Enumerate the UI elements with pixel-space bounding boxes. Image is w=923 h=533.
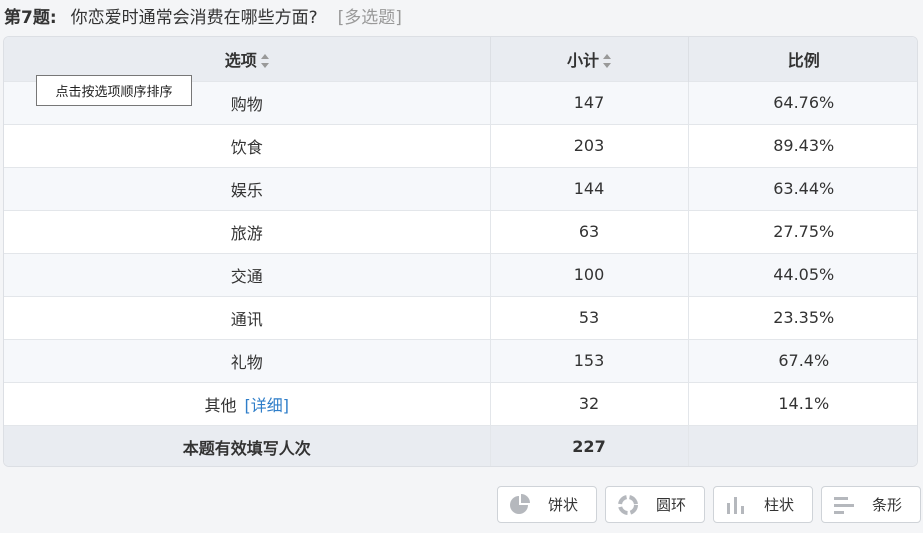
- pie-chart-icon: [510, 493, 530, 514]
- count-cell: 63: [490, 209, 689, 253]
- question-text: 你恋爱时通常会消费在哪些方面?: [70, 7, 318, 28]
- count-cell: 203: [490, 123, 689, 167]
- column-chart-button[interactable]: 柱状: [713, 486, 813, 523]
- bar-chart-icon: [834, 496, 854, 514]
- ratio-cell: 89.43%: [688, 123, 917, 167]
- table-row: 通讯 53 23.35%: [4, 295, 917, 339]
- question-header: 第7题: 你恋爱时通常会消费在哪些方面? [多选题]: [4, 2, 402, 28]
- sort-icon[interactable]: [603, 54, 611, 69]
- sort-tooltip: 点击按选项顺序排序: [36, 75, 192, 106]
- option-cell: 旅游: [4, 209, 491, 253]
- total-label: 本题有效填写人次: [4, 424, 491, 466]
- pie-chart-button[interactable]: 饼状: [497, 486, 597, 523]
- bar-chart-button[interactable]: 条形: [821, 486, 921, 523]
- question-number: 第7题:: [4, 7, 57, 28]
- ring-chart-icon: [618, 494, 638, 515]
- table-row: 饮食 203 89.43%: [4, 123, 917, 167]
- total-row: 本题有效填写人次 227: [4, 424, 917, 466]
- question-type: [多选题]: [337, 7, 402, 28]
- count-cell: 147: [490, 80, 689, 124]
- option-cell: 交通: [4, 252, 491, 296]
- ratio-cell: 64.76%: [688, 80, 917, 124]
- option-cell: 饮食: [4, 123, 491, 167]
- option-cell: 其他 [详细]: [4, 381, 491, 425]
- ratio-cell: 44.05%: [688, 252, 917, 296]
- detail-link[interactable]: [详细]: [245, 396, 290, 415]
- sort-icon[interactable]: [260, 54, 269, 69]
- ratio-cell: 23.35%: [688, 295, 917, 339]
- ratio-cell: 14.1%: [688, 381, 917, 425]
- ratio-cell: 67.4%: [688, 338, 917, 382]
- option-cell: 通讯: [4, 295, 491, 339]
- total-empty: [688, 424, 917, 466]
- ring-chart-button[interactable]: 圆环: [605, 486, 705, 523]
- count-cell: 144: [490, 166, 689, 210]
- count-cell: 53: [490, 295, 689, 339]
- total-count: 227: [490, 424, 689, 466]
- ratio-cell: 63.44%: [688, 166, 917, 210]
- option-cell: 娱乐: [4, 166, 491, 210]
- table-row: 礼物 153 67.4%: [4, 338, 917, 382]
- table-row: 其他 [详细] 32 14.1%: [4, 381, 917, 425]
- header-count[interactable]: 小计: [490, 37, 689, 81]
- table-row: 交通 100 44.05%: [4, 252, 917, 296]
- count-cell: 32: [490, 381, 689, 425]
- option-cell: 礼物: [4, 338, 491, 382]
- column-chart-icon: [727, 496, 744, 514]
- table-row: 娱乐 144 63.44%: [4, 166, 917, 210]
- count-cell: 100: [490, 252, 689, 296]
- count-cell: 153: [490, 338, 689, 382]
- chart-type-buttons: 饼状 圆环 柱状 条形: [497, 486, 921, 523]
- header-ratio: 比例: [688, 37, 917, 81]
- ratio-cell: 27.75%: [688, 209, 917, 253]
- table-row: 旅游 63 27.75%: [4, 209, 917, 253]
